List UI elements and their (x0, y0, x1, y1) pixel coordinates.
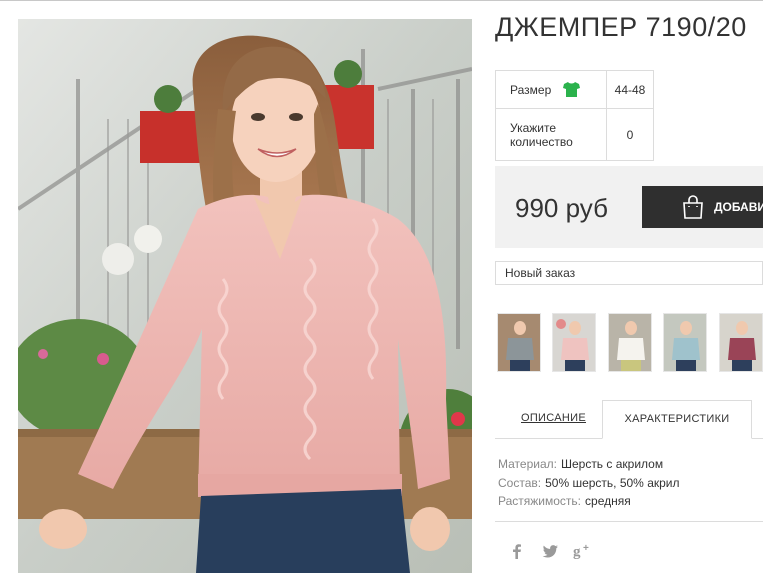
google-plus-icon[interactable]: g + (573, 541, 593, 561)
product-main-photo (18, 19, 472, 573)
size-label: Размер (510, 82, 552, 97)
add-to-cart-label: ДОБАВИТ (714, 200, 763, 214)
svg-text:g: g (573, 544, 581, 560)
thumbnail-5[interactable] (719, 313, 763, 372)
tab-characteristics[interactable]: ХАРАКТЕРИСТИКИ (602, 400, 752, 439)
size-value[interactable]: 44-48 (606, 70, 654, 109)
characteristic-row: Материал: Шерсть с акрилом (498, 455, 680, 474)
characteristic-row: Растяжимость: средняя (498, 492, 680, 511)
shopping-bag-icon (681, 195, 705, 219)
quantity-label-line2: количество (510, 134, 573, 149)
characteristics-list: Материал: Шерсть с акрилом Состав: 50% шер… (498, 455, 680, 511)
tab-description[interactable]: ОПИСАНИЕ (521, 412, 586, 424)
characteristic-key: Растяжимость: (498, 494, 582, 508)
quantity-label-line1: Укажите (510, 120, 557, 135)
quantity-label-cell: Укажите количество (495, 108, 607, 161)
order-select[interactable]: Новый заказ (495, 261, 763, 285)
top-divider (0, 0, 763, 1)
product-options-table: Размер 44-48 Укажите количество 0 (495, 70, 654, 161)
characteristic-row: Состав: 50% шерсть, 50% акрил (498, 474, 680, 493)
social-divider (495, 521, 763, 522)
tshirt-icon[interactable] (562, 82, 580, 98)
thumbnail-1[interactable] (497, 313, 541, 372)
thumbnail-2[interactable] (552, 313, 596, 372)
facebook-icon[interactable] (507, 541, 527, 561)
characteristic-value: 50% шерсть, 50% акрил (545, 475, 680, 490)
characteristic-key: Состав: (498, 475, 542, 490)
characteristic-key: Материал: (498, 457, 557, 471)
twitter-icon[interactable] (540, 541, 560, 561)
thumbnail-4[interactable] (663, 313, 707, 372)
characteristic-value: средняя (585, 494, 631, 508)
characteristic-value: Шерсть с акрилом (560, 457, 664, 471)
svg-text:+: + (583, 543, 589, 554)
price-panel: 990 руб ДОБАВИТ (495, 166, 763, 248)
size-cell: Размер (495, 70, 607, 109)
add-to-cart-button[interactable]: ДОБАВИТ (642, 186, 763, 228)
quantity-input[interactable]: 0 (606, 108, 654, 161)
product-price: 990 руб (515, 193, 608, 223)
thumbnail-3[interactable] (608, 313, 652, 372)
product-title: ДЖЕМПЕР 7190/20 (495, 12, 747, 42)
